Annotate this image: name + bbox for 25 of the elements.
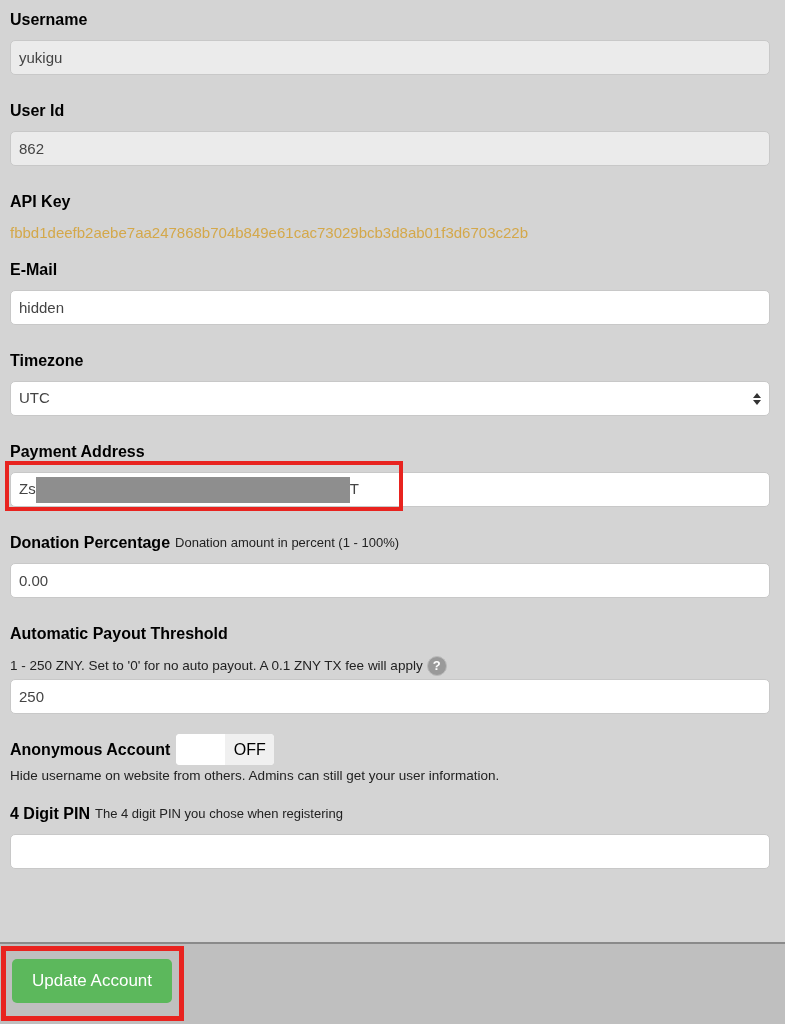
field-label: Donation Percentage [10, 533, 171, 553]
field-note: Donation amount in percent (1 - 100%) [175, 534, 400, 553]
field-label: 4 Digit PIN [10, 804, 90, 824]
input-field[interactable] [10, 834, 770, 869]
field-label: Payment Address [10, 442, 145, 462]
input-field[interactable]: 862 [10, 131, 770, 166]
input-field[interactable]: 0.00 [10, 563, 770, 598]
field-label: E-Mail [10, 260, 58, 280]
field-note: The 4 digit PIN you chose when registering [95, 805, 343, 824]
field-hint: Hide username on website from others. Admins can still get your user information. [10, 766, 500, 785]
input-field[interactable]: hidden [10, 290, 770, 325]
field-label: Automatic Payout Threshold [10, 624, 228, 644]
field-label: Anonymous Account [10, 739, 171, 760]
field-label: User Id [10, 101, 65, 121]
api-key-text: fbbd1deefb2aebe7aa247868b704b849e61cac73029bcb3d8ab01f3d6703c22b [10, 223, 529, 242]
field-hint: 1 - 250 ZNY. Set to '0' for no auto payout. A 0.1 ZNY TX fee will apply [10, 656, 423, 675]
select-field[interactable]: UTC [10, 381, 770, 416]
toggle-switch[interactable]: OFF [176, 734, 275, 765]
field-label: Timezone [10, 351, 84, 371]
field-label: API Key [10, 192, 71, 212]
input-field[interactable]: 250 [10, 679, 770, 714]
input-field[interactable]: yukigu [10, 40, 770, 75]
updown-caret-icon [753, 392, 761, 405]
field-label: Username [10, 10, 88, 30]
input-field[interactable]: Zs T [10, 472, 770, 507]
